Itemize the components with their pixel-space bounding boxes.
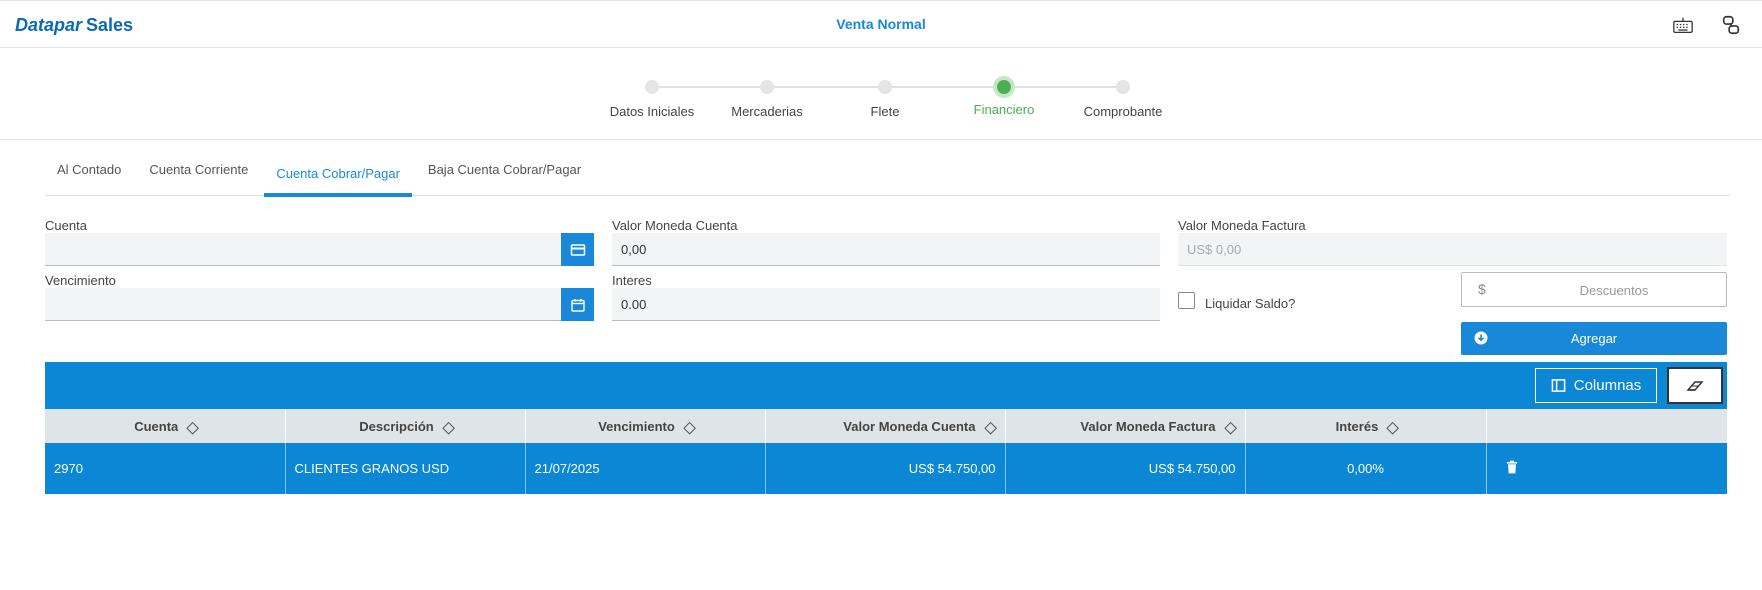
vencimiento-label: Vencimiento bbox=[45, 273, 116, 288]
column-header-descripcion[interactable]: Descripción bbox=[285, 409, 526, 443]
columns-label: Columnas bbox=[1573, 377, 1642, 394]
tab-cuenta-corriente[interactable]: Cuenta Corriente bbox=[137, 140, 260, 196]
cell-vencimiento: 21/07/2025 bbox=[525, 443, 766, 494]
sort-icon bbox=[983, 421, 997, 435]
step-dot bbox=[878, 80, 892, 94]
column-header-actions bbox=[1486, 409, 1727, 443]
step-dot bbox=[760, 80, 774, 94]
accounts-table: Cuenta Descripción Vencimiento Valor Mon… bbox=[45, 409, 1727, 494]
grid-toolbar: Columnas bbox=[45, 362, 1727, 409]
clear-filters-button[interactable] bbox=[1667, 367, 1723, 404]
sort-icon bbox=[1223, 421, 1237, 435]
step-label: Mercaderias bbox=[731, 104, 803, 119]
table-row[interactable]: 2970 CLIENTES GRANOS USD 21/07/2025 US$ … bbox=[45, 443, 1727, 494]
valor-moneda-factura-label: Valor Moneda Factura bbox=[1178, 218, 1306, 233]
valor-moneda-cuenta-input[interactable]: 0,00 bbox=[612, 233, 1160, 266]
step-comprobante[interactable]: Comprobante bbox=[1063, 78, 1183, 119]
step-datos-iniciales[interactable]: Datos Iniciales bbox=[592, 78, 712, 119]
tab-al-contado[interactable]: Al Contado bbox=[45, 140, 133, 196]
cuenta-lookup-button[interactable] bbox=[561, 233, 594, 266]
sort-icon bbox=[186, 421, 200, 435]
top-bar: Datapar Sales Venta Normal bbox=[0, 0, 1762, 48]
logo-product: Sales bbox=[86, 15, 134, 35]
step-label: Comprobante bbox=[1083, 104, 1163, 119]
step-dot-active bbox=[993, 76, 1015, 98]
liquidar-saldo-checkbox[interactable] bbox=[1178, 292, 1195, 309]
agregar-label: Agregar bbox=[1570, 331, 1618, 346]
sort-icon bbox=[441, 421, 455, 435]
step-label: Datos Iniciales bbox=[609, 104, 695, 119]
calendar-icon bbox=[570, 298, 585, 312]
link-icon[interactable] bbox=[1718, 13, 1744, 37]
cell-cuenta: 2970 bbox=[45, 443, 286, 494]
cell-valor-moneda-factura: US$ 54.750,00 bbox=[1005, 443, 1246, 494]
keyboard-icon[interactable] bbox=[1670, 13, 1696, 37]
cell-interes: 0,00% bbox=[1245, 443, 1487, 494]
columns-button[interactable]: Columnas bbox=[1535, 368, 1657, 403]
logo-brand: Datapar bbox=[15, 15, 83, 35]
cell-valor-moneda-cuenta: US$ 54.750,00 bbox=[765, 443, 1006, 494]
wizard-stepper: Datos Iniciales Mercaderias Flete Financ… bbox=[0, 48, 1762, 140]
step-dot bbox=[645, 80, 659, 94]
step-label: Flete bbox=[870, 104, 900, 119]
column-header-vencimiento[interactable]: Vencimiento bbox=[525, 409, 766, 443]
currency-symbol: $ bbox=[1478, 281, 1486, 297]
trash-icon[interactable] bbox=[1505, 460, 1519, 474]
tab-cuenta-cobrar-pagar[interactable]: Cuenta Cobrar/Pagar bbox=[264, 140, 412, 197]
cuenta-label: Cuenta bbox=[45, 218, 87, 233]
valor-moneda-factura-input: US$ 0,00 bbox=[1178, 233, 1727, 266]
descuentos-input[interactable]: $ Descuentos bbox=[1461, 272, 1727, 307]
eraser-icon bbox=[1686, 380, 1704, 391]
column-header-valor-moneda-factura[interactable]: Valor Moneda Factura bbox=[1005, 409, 1246, 443]
liquidar-saldo-label: Liquidar Saldo? bbox=[1205, 296, 1296, 311]
agregar-button[interactable]: Agregar bbox=[1461, 322, 1727, 355]
page-title: Venta Normal bbox=[836, 16, 926, 32]
step-dot bbox=[1116, 80, 1130, 94]
download-circle-icon bbox=[1474, 331, 1488, 345]
step-label: Financiero bbox=[973, 102, 1035, 117]
vencimiento-calendar-button[interactable] bbox=[561, 288, 594, 321]
app-logo[interactable]: Datapar Sales bbox=[15, 15, 133, 36]
cuenta-input[interactable] bbox=[45, 233, 561, 266]
step-flete[interactable]: Flete bbox=[825, 78, 945, 119]
step-financiero[interactable]: Financiero bbox=[944, 76, 1064, 117]
descuentos-placeholder: Descuentos bbox=[1579, 283, 1649, 298]
interes-label: Interes bbox=[612, 273, 652, 288]
tab-baja-cuenta-cobrar-pagar[interactable]: Baja Cuenta Cobrar/Pagar bbox=[416, 140, 593, 196]
column-header-interes[interactable]: Interés bbox=[1245, 409, 1487, 443]
sort-icon bbox=[683, 421, 696, 435]
column-header-cuenta[interactable]: Cuenta bbox=[45, 409, 286, 443]
column-header-valor-moneda-cuenta[interactable]: Valor Moneda Cuenta bbox=[765, 409, 1006, 443]
step-mercaderias[interactable]: Mercaderias bbox=[707, 78, 827, 119]
table-header-row: Cuenta Descripción Vencimiento Valor Mon… bbox=[45, 409, 1727, 443]
vencimiento-input[interactable] bbox=[45, 288, 561, 321]
cell-descripcion: CLIENTES GRANOS USD bbox=[285, 443, 526, 494]
card-icon bbox=[570, 243, 585, 256]
cell-actions bbox=[1486, 443, 1727, 494]
sort-icon bbox=[1386, 421, 1400, 435]
payment-tabs: Al Contado Cuenta Corriente Cuenta Cobra… bbox=[45, 140, 1730, 197]
interes-input[interactable]: 0.00 bbox=[612, 288, 1160, 321]
valor-moneda-cuenta-label: Valor Moneda Cuenta bbox=[612, 218, 738, 233]
columns-icon bbox=[1551, 379, 1566, 392]
page-title-wrap: Venta Normal bbox=[0, 16, 1762, 32]
